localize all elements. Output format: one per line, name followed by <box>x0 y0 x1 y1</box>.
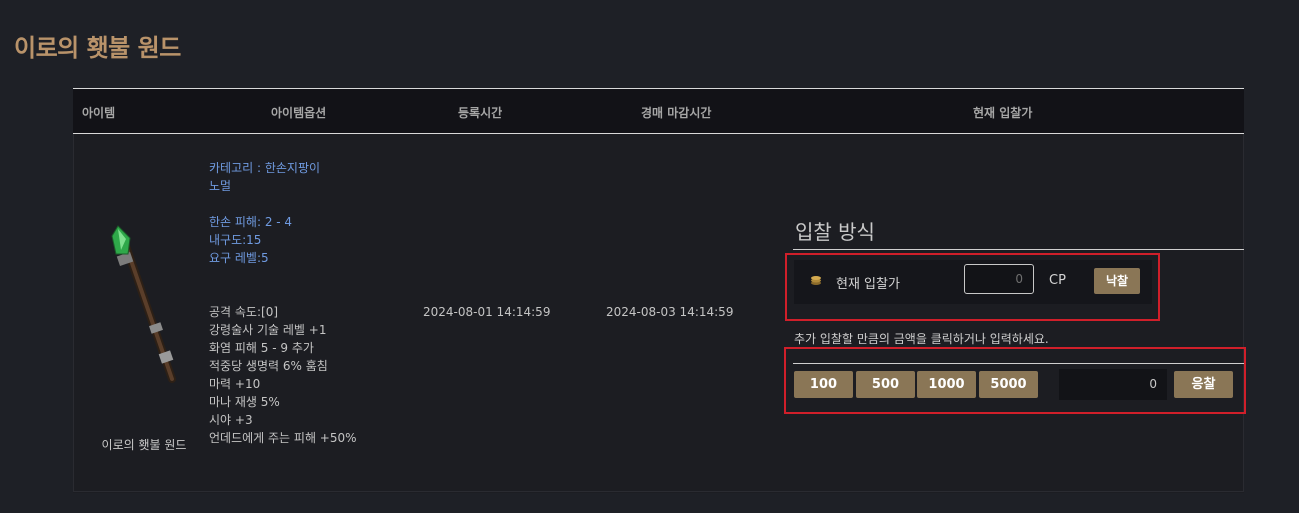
option-durability: 내구도:15 <box>209 233 262 247</box>
option-category: 카테고리 : 한손지팡이 <box>209 161 321 175</box>
option-necromancer-skill: 강령술사 기술 레벨 +1 <box>209 323 327 337</box>
option-attack-speed: 공격 속도:[0] <box>209 305 279 319</box>
highlight-box <box>784 347 1246 414</box>
table-header: 아이템 아이템옵션 등록시간 경매 마감시간 현재 입찰가 <box>73 89 1244 134</box>
divider <box>793 249 1244 250</box>
item-options: 카테고리 : 한손지팡이 노멀 한손 피해: 2 - 4 내구도:15 요구 레… <box>209 159 419 447</box>
item-name: 이로의 횃불 원드 <box>101 438 187 452</box>
bid-section-title: 입찰 방식 <box>795 220 875 244</box>
green-tipped-wand-icon <box>111 225 176 383</box>
deadline-time: 2024-08-03 14:14:59 <box>606 305 734 319</box>
option-damage: 한손 피해: 2 - 4 <box>209 215 293 229</box>
option-undead-damage: 언데드에게 주는 피해 +50% <box>209 431 357 445</box>
header-current-bid: 현재 입찰가 <box>973 106 1033 120</box>
highlight-box <box>785 253 1160 321</box>
option-grade: 노멀 <box>209 179 232 193</box>
header-item: 아이템 <box>82 106 116 120</box>
option-life-steal: 적중당 생명력 6% 훔침 <box>209 359 328 373</box>
page-title: 이로의 횃불 원드 <box>14 34 181 62</box>
option-required-level: 요구 레벨:5 <box>209 251 269 265</box>
header-registered: 등록시간 <box>458 106 503 120</box>
option-mana-regen: 마나 재생 5% <box>209 395 280 409</box>
option-light-radius: 시야 +3 <box>209 413 253 427</box>
option-mana: 마력 +10 <box>209 377 261 391</box>
registered-time: 2024-08-01 14:14:59 <box>423 305 551 319</box>
header-options: 아이템옵션 <box>271 106 327 120</box>
option-fire-damage: 화염 피해 5 - 9 추가 <box>209 341 314 355</box>
header-deadline: 경매 마감시간 <box>641 106 712 120</box>
bid-hint: 추가 입찰할 만큼의 금액을 클릭하거나 입력하세요. <box>794 332 1049 346</box>
